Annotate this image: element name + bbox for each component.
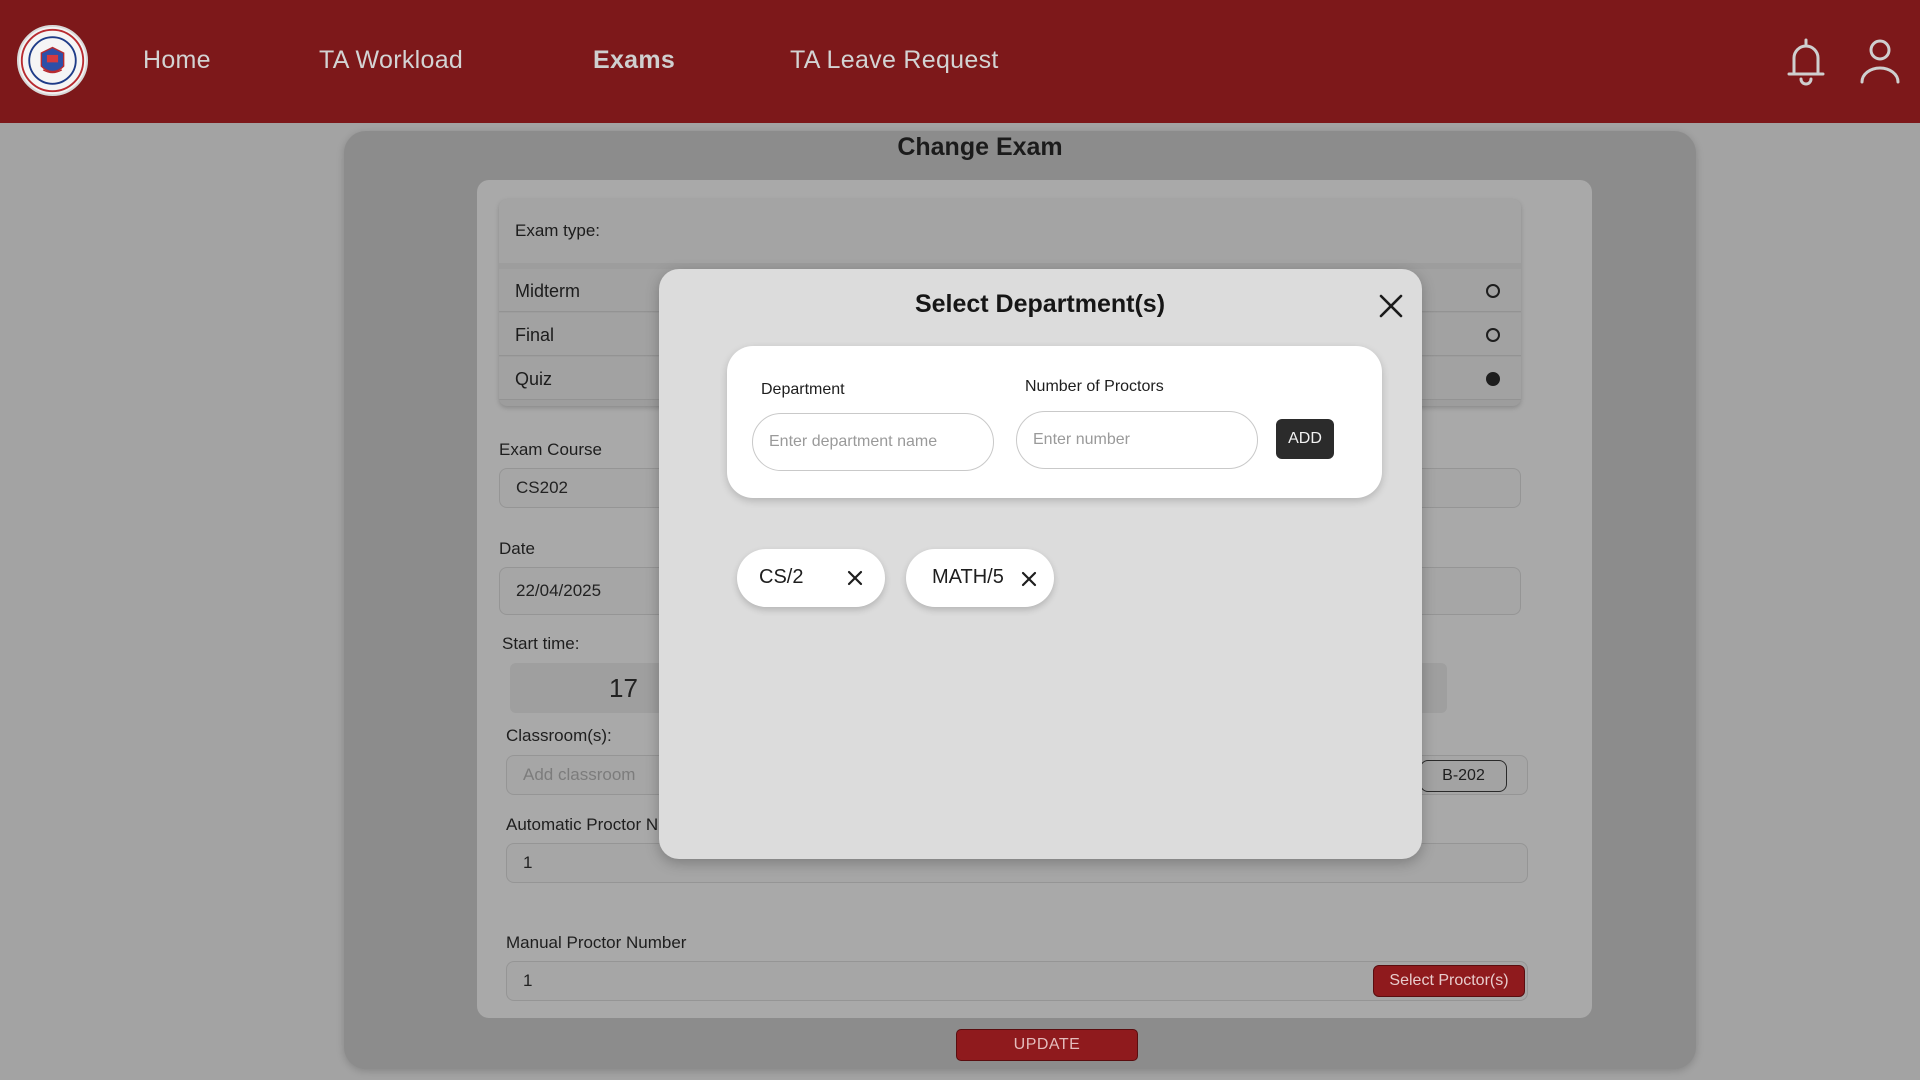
classroom-chip[interactable]: B-202 bbox=[1420, 760, 1507, 792]
select-proctors-button[interactable]: Select Proctor(s) bbox=[1373, 965, 1525, 997]
exam-course-value: CS202 bbox=[516, 478, 568, 497]
page-title: Change Exam bbox=[897, 133, 1063, 161]
university-logo[interactable] bbox=[17, 25, 88, 96]
department-label: Department bbox=[761, 381, 845, 398]
close-icon[interactable] bbox=[1378, 293, 1404, 319]
remove-chip-icon[interactable] bbox=[1021, 571, 1037, 587]
classroom-label: Classroom(s): bbox=[506, 726, 612, 745]
radio-button-selected[interactable] bbox=[1486, 372, 1500, 386]
proctors-label: Number of Proctors bbox=[1025, 378, 1164, 395]
modal-title: Select Department(s) bbox=[914, 290, 1166, 318]
classroom-placeholder: Add classroom bbox=[523, 765, 636, 784]
radio-button[interactable] bbox=[1486, 328, 1500, 342]
bell-icon[interactable] bbox=[1782, 36, 1830, 86]
nav-exams[interactable]: Exams bbox=[593, 46, 675, 75]
department-chip: MATH/5 bbox=[906, 549, 1054, 607]
exam-type-option-label: Final bbox=[515, 325, 555, 345]
nav-home[interactable]: Home bbox=[143, 46, 211, 75]
manual-proctor-value: 1 bbox=[523, 971, 533, 990]
proctors-number-input[interactable]: Enter number bbox=[1016, 411, 1258, 469]
department-placeholder: Enter department name bbox=[769, 433, 938, 450]
auto-proctor-label: Automatic Proctor N bbox=[506, 815, 659, 834]
exam-type-header: Exam type: bbox=[499, 199, 1521, 263]
department-chip-label: MATH/5 bbox=[932, 566, 1004, 588]
nav-ta-leave-request[interactable]: TA Leave Request bbox=[790, 46, 999, 75]
department-chip: CS/2 bbox=[737, 549, 885, 607]
auto-proctor-value: 1 bbox=[523, 853, 533, 872]
add-department-button[interactable]: ADD bbox=[1276, 419, 1334, 459]
remove-chip-icon[interactable] bbox=[847, 570, 863, 586]
exam-type-option-label: Quiz bbox=[515, 369, 553, 389]
exam-type-label: Exam type: bbox=[515, 221, 601, 240]
update-button[interactable]: UPDATE bbox=[956, 1029, 1138, 1061]
date-label: Date bbox=[499, 539, 535, 558]
department-input[interactable]: Enter department name bbox=[752, 413, 994, 471]
university-seal-icon bbox=[20, 28, 85, 93]
start-time-label: Start time: bbox=[502, 634, 580, 653]
manual-proctor-label: Manual Proctor Number bbox=[506, 933, 687, 952]
start-time-hour[interactable]: 17 bbox=[609, 673, 638, 704]
department-chip-label: CS/2 bbox=[759, 566, 804, 588]
nav-ta-workload[interactable]: TA Workload bbox=[319, 46, 463, 75]
proctors-placeholder: Enter number bbox=[1033, 431, 1130, 448]
date-value: 22/04/2025 bbox=[516, 581, 602, 600]
exam-course-label: Exam Course bbox=[499, 440, 602, 459]
top-navigation-bar: Home TA Workload Exams TA Leave Request bbox=[0, 0, 1920, 123]
user-icon[interactable] bbox=[1856, 36, 1904, 86]
